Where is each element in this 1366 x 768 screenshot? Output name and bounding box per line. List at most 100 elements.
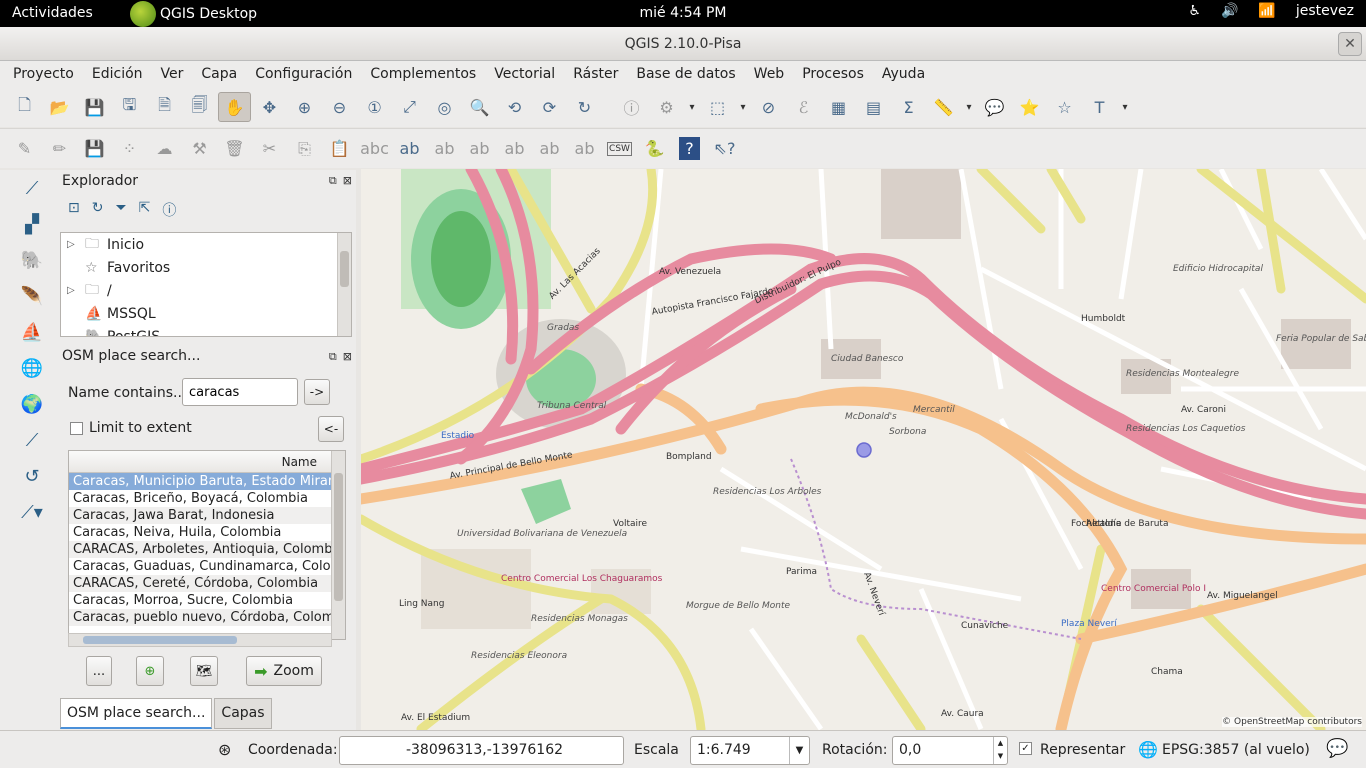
list-item[interactable]: Caracas, Neiva, Huila, Colombia (69, 524, 331, 541)
list-item[interactable]: Caracas, Guaduas, Cundinamarca, Colombia (69, 558, 331, 575)
coordinate-toggle-icon[interactable]: ⊛ (218, 740, 231, 759)
identify-icon[interactable]: ⓘ (615, 92, 648, 122)
list-item[interactable]: Caracas, Municipio Baruta, Estado Mirand… (69, 473, 331, 490)
checkbox-box[interactable] (70, 421, 83, 435)
list-item[interactable]: Caracas, Briceño, Boyacá, Colombia (69, 490, 331, 507)
accessibility-icon[interactable]: ♿ (1188, 3, 1201, 19)
save-as-icon[interactable]: 🖫 (113, 92, 146, 122)
user-menu[interactable]: jestevez (1296, 3, 1354, 19)
tree-scrollbar[interactable] (337, 233, 351, 336)
info-icon[interactable]: ⓘ (162, 200, 176, 220)
menu-base-de-datos[interactable]: Base de datos (627, 61, 744, 87)
python-console-icon[interactable]: 🐍 (638, 134, 671, 164)
chevron-down-icon[interactable]: ▾ (962, 92, 976, 122)
spin-arrows-icon[interactable]: ▲ ▼ (993, 737, 1007, 764)
change-label-icon[interactable]: ab (568, 134, 601, 164)
limit-to-extent-checkbox[interactable]: Limit to extent (70, 420, 192, 436)
zoom-last-icon[interactable]: ⟲ (498, 92, 531, 122)
zoom-in-icon[interactable]: ⊕ (288, 92, 321, 122)
open-project-icon[interactable]: 📂 (43, 92, 76, 122)
menu-ver[interactable]: Ver (152, 61, 193, 87)
map-canvas[interactable]: Universidad Bolivariana de Venezuela Cen… (361, 169, 1366, 730)
close-window-button[interactable]: ✕ (1338, 32, 1362, 56)
results-horizontal-scrollbar[interactable] (68, 633, 332, 647)
layer-labeling-icon[interactable]: ab (393, 134, 426, 164)
statistics-icon[interactable]: Σ (892, 92, 925, 122)
menu-proyecto[interactable]: Proyecto (4, 61, 83, 87)
add-wms-layer-icon[interactable]: 🌐 (12, 350, 52, 386)
search-go-button[interactable]: -> (304, 379, 330, 405)
save-project-icon[interactable]: 💾 (78, 92, 111, 122)
select-features-icon[interactable]: ⬚ (701, 92, 734, 122)
render-checkbox[interactable]: ✓ (1019, 742, 1032, 755)
show-hide-labels-icon[interactable]: ab (463, 134, 496, 164)
map-extent-button[interactable]: 🗺 (190, 656, 218, 686)
deselect-icon[interactable]: ⊘ (752, 92, 785, 122)
crs-status[interactable]: EPSG:3857 (al vuelo) (1162, 742, 1310, 758)
expand-arrow-icon[interactable]: ▷ (67, 239, 85, 250)
list-item[interactable]: CARACAS, Cereté, Córdoba, Colombia (69, 575, 331, 592)
tree-item[interactable]: 🐘 PostGIS (61, 325, 351, 337)
results-list[interactable]: Name Caracas, Municipio Baruta, Estado M… (68, 450, 346, 640)
add-delimited-text-icon[interactable]: ↺ (12, 458, 52, 494)
menu-vectorial[interactable]: Vectorial (485, 61, 564, 87)
network-icon[interactable]: 📶 (1258, 3, 1275, 19)
node-tool-icon[interactable]: ⚒ (183, 134, 216, 164)
crs-globe-icon[interactable]: 🌐 (1138, 740, 1158, 759)
list-item[interactable]: Caracas, pueblo nuevo, Córdoba, Colombia (69, 609, 331, 626)
add-mssql-layer-icon[interactable]: ⛵ (12, 314, 52, 350)
close-panel-icon[interactable]: ⊠ (343, 350, 352, 364)
expression-icon[interactable]: ℰ (787, 92, 820, 122)
menu-configuracion[interactable]: Configuración (246, 61, 361, 87)
zoom-native-icon[interactable]: ① (358, 92, 391, 122)
pin-labels-icon[interactable]: ab (428, 134, 461, 164)
tab-osm-place-search[interactable]: OSM place search... (60, 698, 213, 729)
paste-features-icon[interactable]: 📋 (323, 134, 356, 164)
menu-complementos[interactable]: Complementos (361, 61, 485, 87)
text-annotation-icon[interactable]: T (1083, 92, 1116, 122)
tree-item[interactable]: ▷ 🗀 / (61, 279, 351, 302)
chevron-down-icon[interactable]: ▾ (736, 92, 750, 122)
cut-features-icon[interactable]: ✂ (253, 134, 286, 164)
tree-item[interactable]: ⛵ MSSQL (61, 302, 351, 325)
coordinate-field[interactable]: -38096313,-13976162 (339, 736, 624, 765)
tab-capas[interactable]: Capas (214, 698, 272, 729)
add-raster-layer-icon[interactable]: ▞ (12, 206, 52, 242)
measure-icon[interactable]: 📏 (927, 92, 960, 122)
list-item[interactable]: CARACAS, Arboletes, Antioquia, Colombia (69, 541, 331, 558)
pan-to-selection-icon[interactable]: ✥ (253, 92, 286, 122)
collapse-all-icon[interactable]: ⇱ (139, 200, 151, 220)
float-panel-icon[interactable]: ⧉ (329, 174, 337, 188)
attribute-table-icon[interactable]: ▦ (822, 92, 855, 122)
volume-icon[interactable]: 🔊 (1221, 3, 1238, 19)
move-label-icon[interactable]: ab (498, 134, 531, 164)
csw-icon[interactable]: CSW (603, 134, 636, 164)
menu-web[interactable]: Web (745, 61, 794, 87)
filter-icon[interactable]: ⏷ (115, 200, 126, 220)
browser-tree[interactable]: ▷ 🗀 Inicio ☆ Favoritos ▷ 🗀 / ⛵ MSSQL 🐘 PostGIS (60, 232, 352, 337)
scale-combobox[interactable]: 1:6.749 ▼ (690, 736, 810, 765)
composer-manager-icon[interactable]: 🗐 (183, 92, 216, 122)
map-tips-icon[interactable]: 💬 (978, 92, 1011, 122)
list-item[interactable]: Caracas, Jawa Barat, Indonesia (69, 507, 331, 524)
list-item[interactable]: Caracas, Morroa, Sucre, Colombia (69, 592, 331, 609)
add-wcs-layer-icon[interactable]: 🌍 (12, 386, 52, 422)
float-panel-icon[interactable]: ⧉ (329, 350, 337, 364)
close-panel-icon[interactable]: ⊠ (343, 174, 352, 188)
menu-procesos[interactable]: Procesos (793, 61, 873, 87)
new-project-icon[interactable]: 🗋 (8, 92, 41, 122)
help-contents-icon[interactable]: ? (673, 134, 706, 164)
more-button[interactable]: ... (86, 656, 112, 686)
chevron-down-icon[interactable]: ▾ (1118, 92, 1132, 122)
add-wfs-layer-icon[interactable]: ⟋ (12, 422, 52, 458)
clock[interactable]: mié 4:54 PM (0, 5, 1366, 21)
zoom-next-icon[interactable]: ⟳ (533, 92, 566, 122)
rotate-label-icon[interactable]: ab (533, 134, 566, 164)
zoom-full-icon[interactable]: ⤢ (393, 92, 426, 122)
zoom-layer-icon[interactable]: 🔍 (463, 92, 496, 122)
rotation-spinbox[interactable]: 0,0 ▲ ▼ (892, 736, 1008, 765)
add-point-layer-button[interactable]: ⊕ (136, 656, 164, 686)
menu-ayuda[interactable]: Ayuda (873, 61, 934, 87)
add-spatialite-layer-icon[interactable]: 🪶 (12, 278, 52, 314)
new-print-composer-icon[interactable]: 🗎 (148, 92, 181, 122)
